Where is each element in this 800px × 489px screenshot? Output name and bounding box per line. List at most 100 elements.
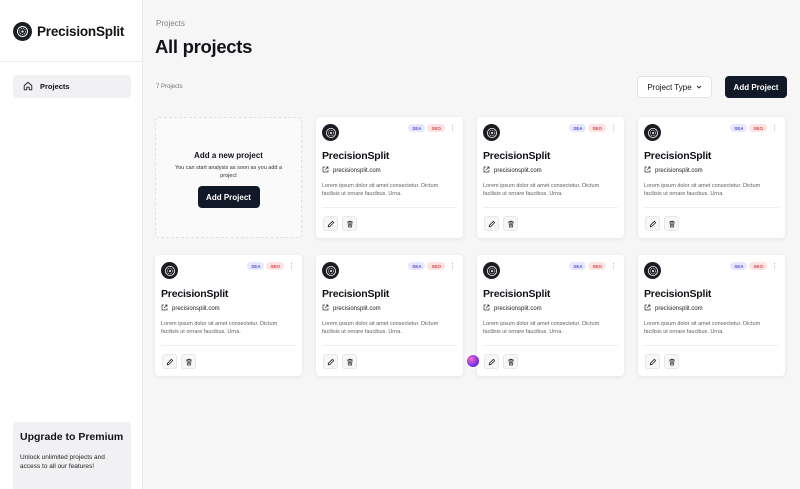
pencil-icon <box>327 215 335 233</box>
external-link-icon <box>644 304 651 313</box>
project-name: PrecisionSplit <box>483 288 551 300</box>
edit-button[interactable] <box>323 354 338 369</box>
card-divider <box>483 207 618 208</box>
trash-icon <box>185 353 193 371</box>
project-name: PrecisionSplit <box>322 288 390 300</box>
edit-button[interactable] <box>323 216 338 231</box>
external-link-icon <box>322 304 329 313</box>
project-logo-icon <box>644 262 661 279</box>
project-tags: SEA SEO ⋮ <box>730 124 778 132</box>
breadcrumb[interactable]: Projects <box>156 19 185 28</box>
delete-button[interactable] <box>181 354 196 369</box>
project-logo-icon <box>161 262 178 279</box>
seo-tag: SEO <box>749 124 767 132</box>
project-url-link[interactable]: precisionsplit.com <box>644 304 703 313</box>
sea-tag: SEA <box>730 262 748 270</box>
project-url: precisionsplit.com <box>333 167 381 174</box>
trash-icon <box>668 215 676 233</box>
external-link-icon <box>644 166 651 175</box>
project-name: PrecisionSplit <box>644 150 712 162</box>
project-url-link[interactable]: precisionsplit.com <box>483 304 542 313</box>
more-vertical-icon[interactable]: ⋮ <box>449 263 456 270</box>
seo-tag: SEO <box>427 262 445 270</box>
project-url-link[interactable]: precisionsplit.com <box>322 304 381 313</box>
delete-button[interactable] <box>664 216 679 231</box>
project-url-link[interactable]: precisionsplit.com <box>161 304 220 313</box>
delete-button[interactable] <box>342 216 357 231</box>
project-tags: SEA SEO ⋮ <box>569 124 617 132</box>
more-vertical-icon[interactable]: ⋮ <box>771 125 778 132</box>
more-vertical-icon[interactable]: ⋮ <box>610 263 617 270</box>
add-project-button[interactable]: Add Project <box>725 76 787 98</box>
upgrade-panel[interactable]: Upgrade to Premium Unlock unlimited proj… <box>13 422 131 489</box>
edit-button[interactable] <box>162 354 177 369</box>
brand-name: PrecisionSplit <box>37 24 125 39</box>
project-url: precisionsplit.com <box>655 305 703 312</box>
project-name: PrecisionSplit <box>161 288 229 300</box>
sidebar: PrecisionSplit Projects Upgrade to Premi… <box>0 0 143 489</box>
pencil-icon <box>327 353 335 371</box>
pencil-icon <box>488 215 496 233</box>
project-tags: SEA SEO ⋮ <box>730 262 778 270</box>
sea-tag: SEA <box>730 124 748 132</box>
project-card[interactable]: SEA SEO ⋮ PrecisionSplit precisionsplit.… <box>155 255 302 376</box>
card-actions <box>323 216 357 231</box>
project-type-dropdown[interactable]: Project Type <box>637 76 712 98</box>
more-vertical-icon[interactable]: ⋮ <box>610 125 617 132</box>
card-actions <box>484 216 518 231</box>
project-card[interactable]: SEA SEO ⋮ PrecisionSplit precisionsplit.… <box>316 255 463 376</box>
project-card[interactable]: SEA SEO ⋮ PrecisionSplit precisionsplit.… <box>477 117 624 238</box>
brand[interactable]: PrecisionSplit <box>13 22 124 41</box>
project-card[interactable]: SEA SEO ⋮ PrecisionSplit precisionsplit.… <box>638 255 785 376</box>
upgrade-title: Upgrade to Premium <box>20 431 124 443</box>
more-vertical-icon[interactable]: ⋮ <box>771 263 778 270</box>
trash-icon <box>507 215 515 233</box>
delete-button[interactable] <box>342 354 357 369</box>
seo-tag: SEO <box>266 262 284 270</box>
project-card[interactable]: SEA SEO ⋮ PrecisionSplit precisionsplit.… <box>316 117 463 238</box>
external-link-icon <box>483 166 490 175</box>
card-divider <box>322 345 457 346</box>
project-description: Lorem ipsum dolor sit amet consectetur. … <box>161 321 278 335</box>
sea-tag: SEA <box>247 262 265 270</box>
pencil-icon <box>649 215 657 233</box>
seo-tag: SEO <box>427 124 445 132</box>
project-description: Lorem ipsum dolor sit amet consectetur. … <box>322 183 439 197</box>
project-url-link[interactable]: precisionsplit.com <box>644 166 703 175</box>
delete-button[interactable] <box>503 216 518 231</box>
project-url-link[interactable]: precisionsplit.com <box>322 166 381 175</box>
trash-icon <box>668 353 676 371</box>
project-card[interactable]: SEA SEO ⋮ PrecisionSplit precisionsplit.… <box>477 255 624 376</box>
project-url-link[interactable]: precisionsplit.com <box>483 166 542 175</box>
project-logo-icon <box>483 262 500 279</box>
pencil-icon <box>488 353 496 371</box>
project-type-label: Project Type <box>647 82 692 92</box>
project-description: Lorem ipsum dolor sit amet consectetur. … <box>483 183 600 197</box>
edit-button[interactable] <box>645 216 660 231</box>
project-tags: SEA SEO ⋮ <box>408 124 456 132</box>
add-project-card[interactable]: Add a new project You can start analysis… <box>155 117 302 238</box>
pencil-icon <box>166 353 174 371</box>
seo-tag: SEO <box>588 124 606 132</box>
edit-button[interactable] <box>484 354 499 369</box>
add-card-button[interactable]: Add Project <box>197 186 260 209</box>
project-description: Lorem ipsum dolor sit amet consectetur. … <box>322 321 439 335</box>
project-url: precisionsplit.com <box>655 167 703 174</box>
trash-icon <box>507 353 515 371</box>
more-vertical-icon[interactable]: ⋮ <box>288 263 295 270</box>
sea-tag: SEA <box>408 124 426 132</box>
more-vertical-icon[interactable]: ⋮ <box>449 125 456 132</box>
sidebar-item-label: Projects <box>40 82 70 91</box>
avatar[interactable] <box>466 354 480 368</box>
chevron-down-icon <box>696 83 702 92</box>
delete-button[interactable] <box>664 354 679 369</box>
pencil-icon <box>649 353 657 371</box>
edit-button[interactable] <box>484 216 499 231</box>
sidebar-item-projects[interactable]: Projects <box>13 75 131 98</box>
project-tags: SEA SEO ⋮ <box>569 262 617 270</box>
card-actions <box>162 354 196 369</box>
project-card[interactable]: SEA SEO ⋮ PrecisionSplit precisionsplit.… <box>638 117 785 238</box>
delete-button[interactable] <box>503 354 518 369</box>
edit-button[interactable] <box>645 354 660 369</box>
card-actions <box>323 354 357 369</box>
